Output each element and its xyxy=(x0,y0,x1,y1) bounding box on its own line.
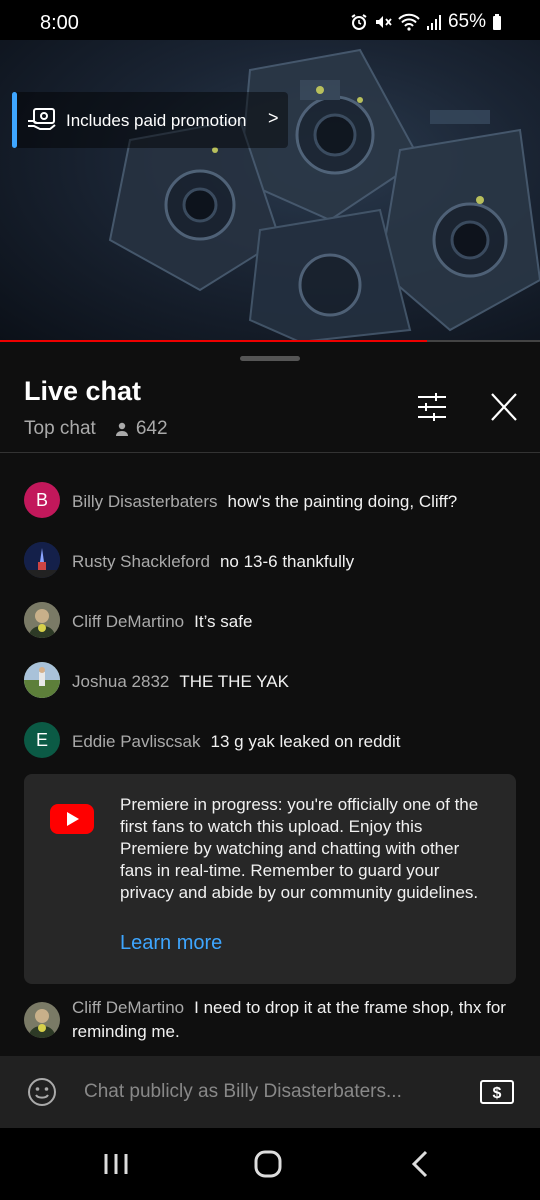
message-author[interactable]: Cliff DeMartino xyxy=(72,612,184,631)
avatar[interactable] xyxy=(24,662,60,698)
message-body: Billy Disasterbaters how's the painting d… xyxy=(72,490,520,514)
chat-subheader: Top chat 642 xyxy=(24,418,168,440)
avatar[interactable] xyxy=(24,602,60,638)
message-text: 13 g yak leaked on reddit xyxy=(210,732,401,751)
message-body: Cliff DeMartino It’s safe xyxy=(72,610,520,634)
home-icon[interactable] xyxy=(246,1148,290,1180)
emoji-icon[interactable] xyxy=(26,1076,58,1108)
video-frame xyxy=(108,48,540,342)
user-photo-avatar-icon xyxy=(24,1002,60,1038)
premiere-notice: Premiere in progress: you're officially … xyxy=(24,774,516,984)
chat-title: Live chat xyxy=(24,376,142,406)
mute-icon xyxy=(375,16,392,28)
city-night-avatar-icon xyxy=(24,542,60,578)
status-time: 8:00 xyxy=(40,12,79,34)
message-body: Eddie Pavliscsak 13 g yak leaked on reddi… xyxy=(72,730,520,754)
chat-mode-selector[interactable]: Top chat xyxy=(24,418,96,440)
message-body: Joshua 2832 THE THE YAK xyxy=(72,670,520,694)
message-body: Cliff DeMartino I need to drop it at the … xyxy=(72,996,520,1044)
chat-composer: $ xyxy=(0,1056,540,1128)
chat-input[interactable] xyxy=(84,1078,464,1106)
message-author[interactable]: Joshua 2832 xyxy=(72,672,169,691)
promo-accent-bar xyxy=(12,92,17,148)
video-player[interactable]: Includes paid promotion > xyxy=(0,40,540,342)
chevron-right-icon: > xyxy=(268,108,279,128)
status-bar: 8:00 65% xyxy=(0,0,540,40)
viewer-count: 642 xyxy=(114,418,168,440)
header-divider xyxy=(0,452,540,453)
super-chat-dollar-icon[interactable]: $ xyxy=(480,1080,514,1104)
paid-promotion-banner[interactable]: Includes paid promotion > xyxy=(12,92,288,148)
signal-icon xyxy=(426,15,441,30)
avatar[interactable] xyxy=(24,542,60,578)
wifi-icon xyxy=(398,13,420,31)
person-icon xyxy=(115,422,128,436)
message-author[interactable]: Rusty Shackleford xyxy=(72,552,210,571)
filter-settings-icon[interactable] xyxy=(412,390,452,424)
message-text: THE THE YAK xyxy=(179,672,289,691)
outdoor-photo-avatar-icon xyxy=(24,662,60,698)
back-icon[interactable] xyxy=(398,1148,442,1180)
avatar[interactable] xyxy=(24,1002,60,1038)
message-text: It’s safe xyxy=(194,612,253,631)
message-author[interactable]: Cliff DeMartino xyxy=(72,998,184,1017)
video-progress-bar[interactable] xyxy=(0,340,540,342)
message-text: no 13-6 thankfully xyxy=(219,552,355,571)
user-photo-avatar-icon xyxy=(24,602,60,638)
system-nav-bar xyxy=(0,1128,540,1200)
video-progress-fill xyxy=(0,340,427,342)
avatar[interactable]: E xyxy=(24,722,60,758)
live-chat-panel: Live chat Top chat 642 B Billy Disasterb… xyxy=(0,344,540,1128)
youtube-logo-icon xyxy=(50,804,94,834)
close-icon[interactable] xyxy=(486,390,522,424)
status-icons: 65% xyxy=(350,11,502,33)
paid-promotion-label: Includes paid promotion xyxy=(66,111,247,130)
drag-handle[interactable] xyxy=(240,356,300,361)
recent-apps-icon[interactable] xyxy=(94,1148,138,1180)
battery-icon xyxy=(493,14,501,30)
avatar[interactable]: B xyxy=(24,482,60,518)
message-body: Rusty Shackleford no 13-6 thankfully xyxy=(72,550,520,574)
battery-percent: 65% xyxy=(447,11,486,32)
learn-more-link[interactable]: Learn more xyxy=(120,932,222,955)
paid-promotion-icon xyxy=(28,108,56,130)
message-author[interactable]: Billy Disasterbaters xyxy=(72,492,218,511)
svg-text:$: $ xyxy=(493,1085,502,1102)
viewer-count-value: 642 xyxy=(135,418,168,439)
message-author[interactable]: Eddie Pavliscsak xyxy=(72,732,201,751)
premiere-notice-text: Premiere in progress: you're officially … xyxy=(120,795,479,902)
alarm-icon xyxy=(351,14,367,30)
message-text: how's the painting doing, Cliff? xyxy=(227,492,458,511)
